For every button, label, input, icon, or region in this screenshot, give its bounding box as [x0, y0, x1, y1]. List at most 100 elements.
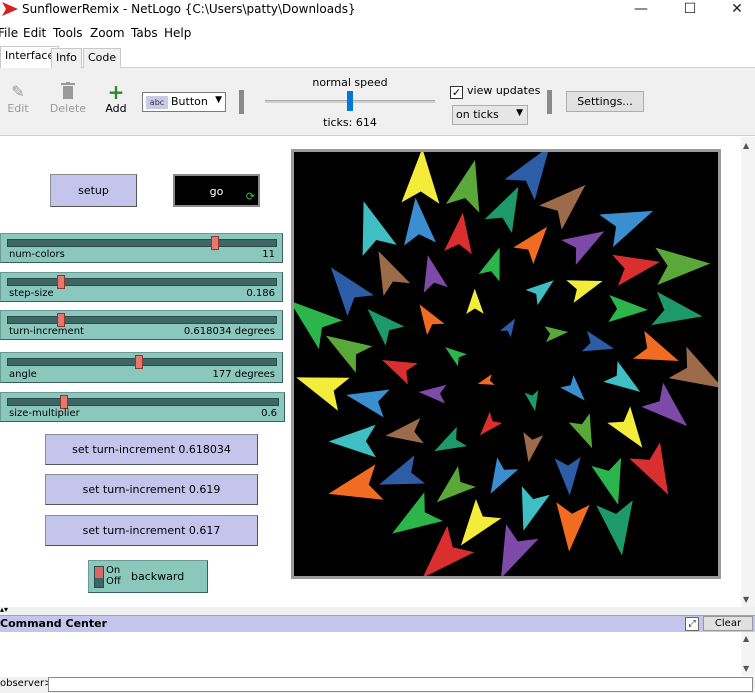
interface-scrollbar[interactable]: ▲ ▼ — [741, 137, 755, 607]
slider-size-multiplier[interactable]: size-multiplier 0.6 — [0, 392, 285, 422]
turtle — [524, 390, 539, 412]
turtle — [629, 442, 669, 495]
turtle — [525, 280, 554, 306]
splitter-arrows-icon[interactable]: ▴▾ — [0, 605, 8, 614]
slider-name: size-multiplier — [9, 408, 80, 419]
trash-icon — [48, 82, 88, 102]
slider-name: turn-increment — [9, 326, 84, 337]
command-center-title: Command Center — [0, 617, 108, 630]
set-turn-increment-0617-button[interactable]: set turn-increment 0.617 — [45, 515, 258, 546]
turtle — [560, 375, 585, 401]
slider-name: angle — [9, 369, 37, 380]
scroll-up-icon[interactable]: ▲ — [743, 141, 749, 150]
turtle — [378, 251, 411, 296]
turtle — [404, 197, 436, 246]
turtle — [603, 361, 641, 392]
expand-icon[interactable]: ⤢ — [685, 617, 699, 631]
view-updates-checkbox[interactable]: ✓ view updates — [450, 84, 540, 99]
delete-tool-button[interactable]: Delete — [48, 82, 88, 115]
switch-toggle[interactable] — [94, 566, 104, 588]
slider-angle[interactable]: angle 177 degrees — [0, 352, 283, 383]
edit-label: Edit — [7, 102, 29, 115]
turtle — [596, 500, 633, 556]
view-updates-label: view updates — [467, 84, 541, 97]
netlogo-logo-icon — [2, 2, 18, 16]
tab-code[interactable]: Code — [83, 48, 122, 68]
world-view[interactable] — [291, 149, 721, 579]
observer-label[interactable]: observer> — [0, 678, 53, 689]
update-mode-select[interactable]: on ticks ▼ — [452, 105, 528, 125]
menu-tools[interactable]: Tools — [53, 26, 83, 40]
slider-turn-increment[interactable]: turn-increment 0.618034 degrees — [0, 310, 283, 340]
title-bar: SunflowerRemix - NetLogo {C:\Users\patty… — [0, 0, 755, 20]
widget-type-select[interactable]: abc Button ▼ — [142, 92, 226, 112]
menu-tabs[interactable]: Tabs — [131, 26, 158, 40]
command-center-scrollbar[interactable]: ▲ ▼ — [741, 632, 755, 676]
command-input[interactable] — [48, 677, 753, 692]
menu-zoom[interactable]: Zoom — [90, 26, 125, 40]
slider-thumb[interactable] — [59, 395, 68, 409]
slider-value: 0.186 — [246, 288, 275, 299]
scroll-up-icon[interactable]: ▲ — [743, 634, 749, 643]
turtle — [633, 330, 679, 361]
turtle — [445, 347, 467, 367]
turtle — [568, 413, 593, 449]
turtle — [466, 288, 484, 314]
turtle — [392, 492, 443, 534]
add-tool-button[interactable]: + Add — [96, 82, 136, 115]
slider-track[interactable] — [7, 239, 277, 247]
toolbar: ✎ Edit Delete + Add abc Button ▼ normal … — [0, 68, 755, 136]
slider-track[interactable] — [7, 316, 277, 324]
chevron-down-icon: ▼ — [215, 95, 222, 105]
turtle — [544, 326, 569, 343]
turtle — [521, 486, 550, 531]
go-button[interactable]: go ⟳ — [173, 174, 260, 207]
close-button[interactable]: ✕ — [714, 0, 755, 20]
turtle — [436, 466, 476, 503]
slider-thumb[interactable] — [211, 236, 220, 250]
chevron-down-icon: ▼ — [516, 108, 523, 118]
turtle — [591, 457, 622, 505]
turtle — [328, 464, 384, 500]
delete-label: Delete — [49, 102, 87, 115]
turtle — [504, 152, 549, 201]
menu-help[interactable]: Help — [164, 26, 191, 40]
maximize-button[interactable]: ☐ — [667, 0, 713, 20]
speed-slider-thumb[interactable] — [347, 91, 353, 111]
slider-thumb[interactable] — [135, 355, 144, 369]
tab-info[interactable]: Info — [51, 48, 82, 68]
turtle — [479, 411, 503, 436]
turtle — [423, 255, 448, 293]
turtle — [607, 406, 643, 448]
scroll-down-icon[interactable]: ▼ — [743, 595, 749, 604]
scroll-down-icon[interactable]: ▼ — [743, 664, 749, 673]
slider-track[interactable] — [7, 278, 277, 286]
turtle — [655, 247, 711, 285]
edit-tool-button[interactable]: ✎ Edit — [0, 82, 38, 115]
slider-step-size[interactable]: step-size 0.186 — [0, 272, 283, 302]
checkmark-icon[interactable]: ✓ — [450, 86, 463, 99]
slider-name: num-colors — [9, 249, 65, 260]
slider-name: step-size — [9, 288, 54, 299]
world-canvas — [294, 152, 718, 576]
turtle — [539, 185, 586, 230]
switch-name: backward — [131, 570, 185, 583]
turtle — [641, 382, 688, 427]
menu-edit[interactable]: Edit — [23, 26, 46, 40]
minimize-button[interactable]: — — [618, 0, 664, 20]
turtle — [418, 384, 447, 404]
slider-thumb[interactable] — [56, 313, 65, 327]
turtle — [325, 335, 373, 373]
clear-button[interactable]: Clear — [703, 616, 753, 631]
panel-splitter[interactable]: ▴▾ — [0, 605, 755, 615]
backward-switch[interactable]: On Off backward — [88, 560, 208, 593]
set-turn-increment-0618034-button[interactable]: set turn-increment 0.618034 — [45, 434, 258, 465]
menu-file[interactable]: File — [0, 26, 18, 40]
set-turn-increment-0619-button[interactable]: set turn-increment 0.619 — [45, 474, 258, 505]
slider-track[interactable] — [7, 398, 279, 406]
slider-num-colors[interactable]: num-colors 11 — [0, 233, 283, 263]
turtle — [501, 524, 539, 576]
settings-button[interactable]: Settings... — [566, 91, 644, 112]
setup-button[interactable]: setup — [50, 174, 137, 207]
slider-thumb[interactable] — [56, 275, 65, 289]
